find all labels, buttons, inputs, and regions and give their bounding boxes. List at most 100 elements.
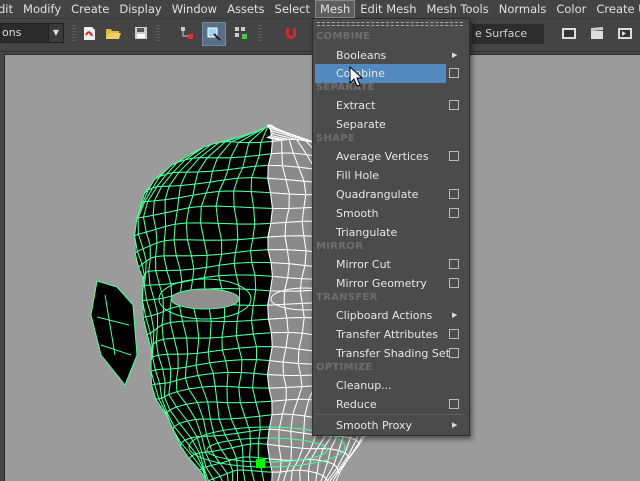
mesh-face[interactable] (149, 257, 156, 272)
menu-select[interactable]: Select (270, 0, 315, 18)
mesh-face[interactable] (291, 415, 305, 434)
option-box-icon[interactable] (449, 399, 459, 409)
menu-item-combine[interactable]: Combine (315, 64, 446, 83)
menu-item-clipboard-actions[interactable]: Clipboard Actions▶ (313, 306, 469, 325)
menu-normals[interactable]: Normals (494, 0, 552, 18)
mesh-face[interactable] (284, 375, 303, 387)
menu-mesh[interactable]: Mesh (315, 0, 355, 18)
menu-item-booleans[interactable]: Booleans▶ (313, 46, 469, 65)
mesh-face[interactable] (226, 360, 242, 373)
mesh-ear[interactable] (91, 281, 137, 385)
mesh-face[interactable] (237, 457, 244, 470)
mesh-face[interactable] (259, 142, 272, 156)
mesh-face[interactable] (227, 386, 240, 402)
mesh-face[interactable] (239, 347, 257, 360)
mesh-face[interactable] (255, 275, 273, 291)
menu-display[interactable]: Display (114, 0, 166, 18)
mesh-face[interactable] (271, 193, 290, 209)
menu-create-uvs[interactable]: Create UVs (591, 0, 640, 18)
mesh-face[interactable] (268, 236, 288, 250)
menu-item-transfer-shading-sets[interactable]: Transfer Shading Sets (313, 344, 469, 363)
mesh-face[interactable] (164, 224, 175, 241)
menu-item-mirror-cut[interactable]: Mirror Cut (313, 255, 469, 274)
mesh-face[interactable] (287, 250, 306, 266)
mesh-face[interactable] (251, 250, 272, 263)
mesh-face[interactable] (192, 255, 208, 269)
mesh-face[interactable] (287, 318, 304, 334)
mesh-face[interactable] (239, 373, 254, 388)
mesh-face[interactable] (271, 263, 289, 278)
mesh-face[interactable] (283, 348, 299, 364)
option-box-icon[interactable] (449, 100, 459, 110)
option-box-icon[interactable] (449, 259, 459, 269)
mesh-face[interactable] (218, 223, 238, 240)
option-box-icon[interactable] (449, 329, 459, 339)
menu-modify[interactable]: Modify (18, 0, 66, 18)
menu-tearoff[interactable] (317, 22, 463, 26)
mesh-face[interactable] (268, 250, 289, 264)
mesh-face[interactable] (232, 470, 237, 481)
mesh-face[interactable] (234, 207, 255, 224)
mesh-face[interactable] (285, 221, 304, 236)
mesh-face[interactable] (201, 206, 219, 223)
menu-color[interactable]: Color (551, 0, 591, 18)
mesh-face[interactable] (268, 361, 284, 376)
mesh-face[interactable] (284, 291, 302, 304)
menu-create[interactable]: Create (66, 0, 114, 18)
open-folder-icon[interactable] (104, 24, 122, 42)
mesh-face[interactable] (252, 262, 273, 276)
option-box-icon[interactable] (449, 151, 459, 161)
mesh-face[interactable] (291, 470, 300, 481)
menu-assets[interactable]: Assets (222, 0, 269, 18)
menu-item-cleanup[interactable]: Cleanup... (313, 376, 469, 395)
menu-item-extract[interactable]: Extract (313, 96, 469, 115)
mesh-face[interactable] (251, 192, 272, 209)
mesh-face[interactable] (253, 333, 272, 347)
menu-item-reduce[interactable]: Reduce (313, 395, 469, 414)
menu-item-mirror-geometry[interactable]: Mirror Geometry (313, 274, 469, 293)
mesh-face[interactable] (174, 223, 187, 240)
mesh-face[interactable] (216, 191, 234, 207)
option-box-icon[interactable] (449, 348, 459, 358)
mesh-face[interactable] (254, 208, 273, 224)
render-frame-icon[interactable] (560, 24, 578, 42)
mesh-face[interactable] (269, 388, 286, 402)
save-icon[interactable] (132, 24, 150, 42)
menu-item-smooth-proxy[interactable]: Smooth Proxy▶ (313, 416, 469, 435)
mesh-face[interactable] (204, 240, 222, 255)
select-hierarchy-icon[interactable] (178, 24, 196, 42)
menu-item-quadrangulate[interactable]: Quadrangulate (313, 185, 469, 204)
menu-item-separate[interactable]: Separate (313, 115, 469, 134)
eye-socket[interactable] (171, 289, 239, 309)
mesh-face[interactable] (222, 348, 242, 361)
mesh-face[interactable] (237, 224, 255, 240)
mesh-face[interactable] (271, 140, 282, 154)
mesh-face[interactable] (269, 318, 289, 333)
mesh-face[interactable] (254, 360, 270, 375)
mesh-face[interactable] (222, 321, 237, 337)
mesh-face[interactable] (268, 222, 286, 237)
mesh-face[interactable] (186, 206, 201, 223)
mesh-face[interactable] (268, 429, 280, 446)
chevron-down-icon[interactable]: ▼ (48, 24, 63, 42)
mesh-face[interactable] (284, 303, 304, 318)
mesh-face[interactable] (286, 180, 306, 195)
mesh-face[interactable] (268, 304, 287, 319)
menu-item-transfer-attributes[interactable]: Transfer Attributes (313, 325, 469, 344)
mesh-face[interactable] (252, 305, 269, 320)
menu-item-average-vertices[interactable]: Average Vertices (313, 147, 469, 166)
mesh-face[interactable] (210, 361, 229, 374)
clapperboard-icon[interactable] (588, 24, 606, 42)
menu-set-dropdown[interactable]: ons ▼ (0, 23, 64, 43)
mesh-face[interactable] (215, 386, 227, 403)
menu-mesh-tools[interactable]: Mesh Tools (421, 0, 493, 18)
mesh-face[interactable] (236, 321, 253, 336)
ipr-render-icon[interactable] (616, 24, 634, 42)
option-box-icon[interactable] (449, 208, 459, 218)
mesh-face[interactable] (253, 373, 269, 388)
mesh-face[interactable] (234, 251, 252, 264)
mesh-face[interactable] (237, 305, 253, 321)
option-box-icon[interactable] (449, 68, 459, 78)
mesh-face[interactable] (289, 194, 306, 208)
selected-vertex[interactable] (256, 459, 265, 468)
